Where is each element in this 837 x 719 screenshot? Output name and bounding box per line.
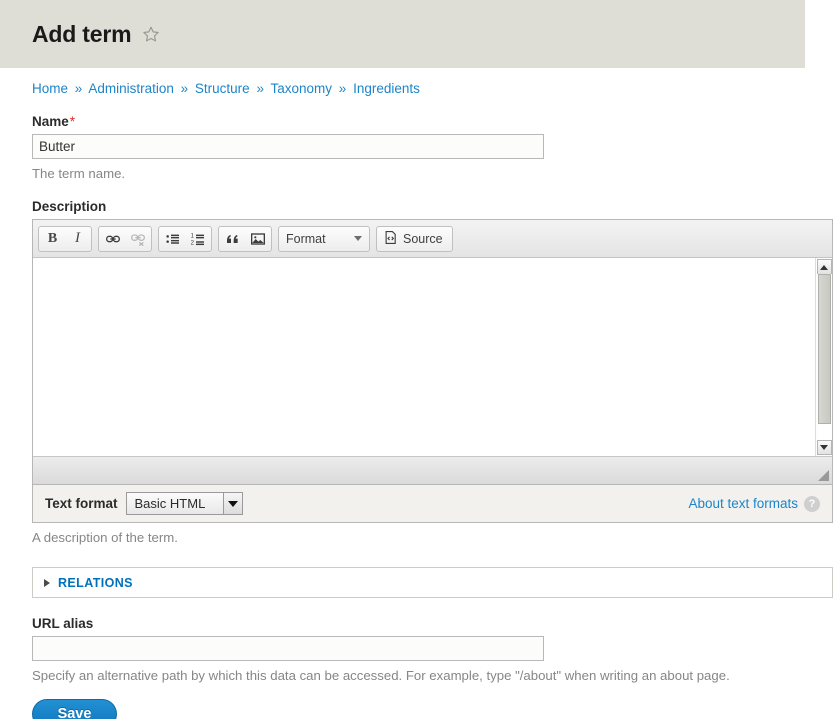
- bold-label: B: [48, 231, 57, 247]
- breadcrumb-item-structure[interactable]: Structure: [195, 81, 250, 96]
- rich-text-editor: B I: [32, 219, 833, 485]
- editor-scrollbar[interactable]: [815, 258, 832, 456]
- save-button[interactable]: Save: [32, 699, 117, 719]
- page-header: Add term: [0, 0, 805, 68]
- star-outline-icon[interactable]: [142, 25, 160, 43]
- breadcrumb-item-home[interactable]: Home: [32, 81, 68, 96]
- editor-toolbar: B I: [33, 220, 832, 258]
- breadcrumb-item-administration[interactable]: Administration: [88, 81, 174, 96]
- page-title: Add term: [32, 21, 131, 48]
- blockquote-icon[interactable]: [220, 227, 245, 251]
- toolbar-group-insert: [218, 226, 272, 252]
- toolbar-group-lists: 1 2: [158, 226, 212, 252]
- svg-text:1: 1: [190, 233, 194, 239]
- url-alias-input[interactable]: [32, 636, 544, 661]
- editor-content-area[interactable]: [33, 258, 815, 456]
- text-format-label: Text format: [45, 496, 118, 511]
- scroll-down-arrow-icon[interactable]: [817, 440, 832, 455]
- about-text-formats-group: About text formats ?: [688, 496, 820, 512]
- breadcrumb-separator: »: [256, 81, 264, 96]
- source-button-label: Source: [403, 232, 443, 246]
- name-field-description: The term name.: [32, 166, 805, 181]
- breadcrumb-separator: »: [75, 81, 83, 96]
- text-format-selector-group: Text format Basic HTML: [45, 492, 243, 515]
- url-alias-field-description: Specify an alternative path by which thi…: [32, 668, 805, 683]
- scrollbar-thumb[interactable]: [818, 274, 831, 424]
- scroll-up-arrow-icon[interactable]: [817, 259, 832, 274]
- description-field-label: Description: [32, 199, 805, 214]
- bold-icon[interactable]: B: [40, 227, 65, 251]
- toolbar-group-basic-styles: B I: [38, 226, 92, 252]
- name-input[interactable]: [32, 134, 544, 159]
- editor-resize-grip[interactable]: [816, 468, 830, 482]
- bulleted-list-icon[interactable]: [160, 227, 185, 251]
- italic-label: I: [75, 230, 80, 247]
- url-alias-field-label: URL alias: [32, 616, 805, 631]
- text-format-row: Text format Basic HTML About text format…: [32, 485, 833, 523]
- image-icon[interactable]: [245, 227, 270, 251]
- breadcrumb: Home » Administration » Structure » Taxo…: [0, 68, 837, 96]
- format-dropdown[interactable]: Format: [278, 226, 370, 252]
- about-text-formats-link[interactable]: About text formats: [688, 496, 798, 511]
- editor-footer: [33, 456, 832, 484]
- name-field-label: Name*: [32, 114, 805, 129]
- source-code-icon: [383, 230, 398, 248]
- link-icon[interactable]: [100, 227, 125, 251]
- text-format-select[interactable]: Basic HTML: [126, 492, 243, 515]
- breadcrumb-item-taxonomy[interactable]: Taxonomy: [270, 81, 332, 96]
- format-dropdown-label: Format: [286, 232, 326, 246]
- relations-label: RELATIONS: [58, 576, 133, 590]
- unlink-icon: [125, 227, 150, 251]
- breadcrumb-separator: »: [181, 81, 189, 96]
- question-mark-icon[interactable]: ?: [804, 496, 820, 512]
- chevron-down-icon: [354, 236, 362, 241]
- toolbar-group-links: [98, 226, 152, 252]
- description-field-description: A description of the term.: [32, 530, 805, 545]
- relations-fieldset-toggle[interactable]: RELATIONS: [32, 567, 833, 598]
- chevron-down-icon: [223, 493, 242, 514]
- breadcrumb-item-ingredients[interactable]: Ingredients: [353, 81, 420, 96]
- required-asterisk: *: [70, 114, 75, 129]
- numbered-list-icon[interactable]: 1 2: [185, 227, 210, 251]
- svg-text:2: 2: [190, 240, 194, 246]
- source-button[interactable]: Source: [376, 226, 453, 252]
- scrollbar-track[interactable]: [818, 274, 831, 440]
- triangle-right-icon: [44, 579, 50, 587]
- breadcrumb-separator: »: [339, 81, 347, 96]
- text-format-selected-value: Basic HTML: [127, 496, 223, 511]
- name-label-text: Name: [32, 114, 69, 129]
- editor-body: [33, 258, 832, 456]
- italic-icon[interactable]: I: [65, 227, 90, 251]
